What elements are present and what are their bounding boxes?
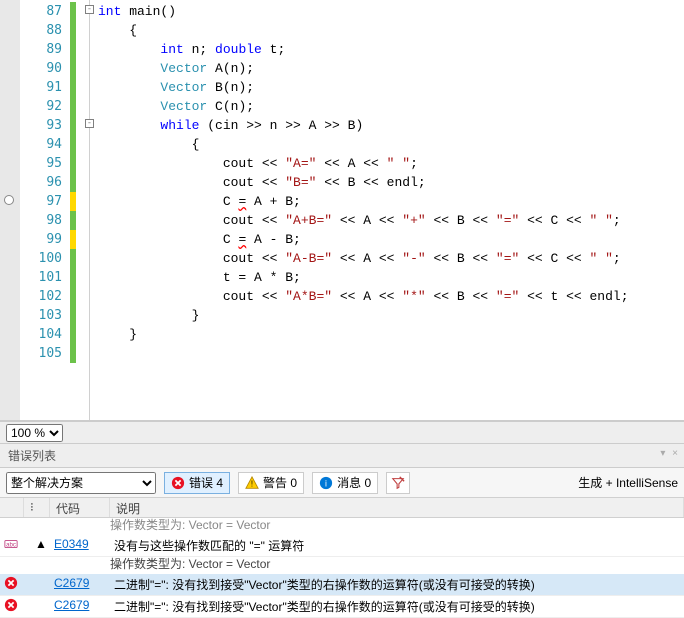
line-number: 103: [20, 306, 70, 325]
filter-clear-icon: [391, 476, 405, 490]
code-line[interactable]: cout << "B=" << B << endl;: [98, 173, 684, 192]
scope-select[interactable]: 整个解决方案: [6, 472, 156, 494]
code-line[interactable]: t = A * B;: [98, 268, 684, 287]
line-number: 99: [20, 230, 70, 249]
error-list-columns: ⁝ 代码 说明: [0, 498, 684, 518]
panel-grip-icon: ▾ ×: [660, 448, 680, 459]
line-number: 102: [20, 287, 70, 306]
error-row[interactable]: C2679二进制"=": 没有找到接受"Vector"类型的右操作数的运算符(或…: [0, 596, 684, 618]
line-number: 97: [20, 192, 70, 211]
error-description: 二进制"=": 没有找到接受"Vector"类型的右操作数的运算符(或没有可接受…: [114, 576, 680, 593]
error-row[interactable]: C2679二进制"=": 没有找到接受"Vector"类型的右操作数的运算符(或…: [0, 574, 684, 596]
clear-filter-button[interactable]: [386, 472, 410, 494]
code-line[interactable]: }: [98, 325, 684, 344]
change-mark: [70, 2, 76, 363]
error-description: 二进制"=": 没有找到接受"Vector"类型的右操作数的运算符(或没有可接受…: [114, 598, 680, 615]
zoom-bar: 100 %: [0, 421, 684, 443]
error-icon: [171, 476, 185, 490]
breakpoint-margin[interactable]: [0, 0, 20, 420]
breakpoint-well-icon[interactable]: [4, 195, 14, 205]
line-number: 93: [20, 116, 70, 135]
code-line[interactable]: cout << "A+B=" << A << "+" << B << "=" <…: [98, 211, 684, 230]
change-mark: [70, 192, 76, 211]
line-number: 98: [20, 211, 70, 230]
errors-tab-label: 错误 4: [189, 474, 223, 491]
outline-toggle[interactable]: -: [85, 119, 94, 128]
line-number: 92: [20, 97, 70, 116]
errors-tab[interactable]: 错误 4: [164, 472, 230, 494]
code-line[interactable]: C = A - B;: [98, 230, 684, 249]
svg-text:!: !: [251, 479, 253, 488]
warning-icon: !: [245, 476, 259, 490]
line-number: 104: [20, 325, 70, 344]
messages-tab[interactable]: i 消息 0: [312, 472, 378, 494]
info-icon: i: [319, 476, 333, 490]
code-line[interactable]: C = A + B;: [98, 192, 684, 211]
change-marks: [70, 0, 84, 420]
truncated-row: 操作数类型为: Vector = Vector: [0, 518, 684, 533]
code-line[interactable]: {: [98, 21, 684, 40]
code-line[interactable]: {: [98, 135, 684, 154]
row-severity-icon: [4, 576, 28, 590]
svg-text:abc: abc: [6, 542, 16, 549]
error-description: 没有与这些操作数匹配的 "=" 运算符: [114, 537, 680, 554]
line-number: 96: [20, 173, 70, 192]
code-line[interactable]: }: [98, 306, 684, 325]
line-number: 87: [20, 2, 70, 21]
error-code-link[interactable]: E0349: [54, 537, 114, 551]
error-list-title: 错误列表: [8, 449, 56, 463]
code-line[interactable]: int n; double t;: [98, 40, 684, 59]
error-list-header[interactable]: 错误列表 ▾ ×: [0, 443, 684, 468]
row-severity-icon: [4, 598, 28, 612]
code-line[interactable]: cout << "A*B=" << A << "*" << B << "=" <…: [98, 287, 684, 306]
line-number: 95: [20, 154, 70, 173]
error-list-body[interactable]: 操作数类型为: Vector = Vector abc ▲E0349没有与这些操作数…: [0, 518, 684, 618]
error-row[interactable]: abc ▲E0349没有与这些操作数匹配的 "=" 运算符: [0, 535, 684, 557]
line-number: 100: [20, 249, 70, 268]
code-line[interactable]: while (cin >> n >> A >> B): [98, 116, 684, 135]
code-line[interactable]: cout << "A-B=" << A << "-" << B << "=" <…: [98, 249, 684, 268]
row-expand-icon[interactable]: ▲: [28, 537, 54, 551]
line-number: 105: [20, 344, 70, 363]
error-list-toolbar: 整个解决方案 错误 4 ! 警告 0 i 消息 0 生成 + IntelliSe…: [0, 468, 684, 498]
line-number-gutter: 8788899091929394959697989910010110210310…: [20, 0, 70, 420]
error-code-link[interactable]: C2679: [54, 576, 114, 590]
col-desc-header[interactable]: 说明: [110, 498, 684, 517]
code-line[interactable]: Vector A(n);: [98, 59, 684, 78]
line-number: 90: [20, 59, 70, 78]
outline-column[interactable]: --: [84, 0, 98, 420]
row-severity-icon: abc: [4, 537, 28, 551]
line-number: 101: [20, 268, 70, 287]
messages-tab-label: 消息 0: [337, 474, 371, 491]
code-line[interactable]: Vector B(n);: [98, 78, 684, 97]
generate-intellisense-label[interactable]: 生成 + IntelliSense: [578, 474, 678, 491]
change-mark: [70, 230, 76, 249]
svg-text:i: i: [325, 478, 327, 488]
col-code-header[interactable]: 代码: [50, 498, 110, 517]
code-line[interactable]: cout << "A=" << A << " ";: [98, 154, 684, 173]
code-editor[interactable]: 8788899091929394959697989910010110210310…: [0, 0, 684, 421]
error-sub-description: 操作数类型为: Vector = Vector: [0, 555, 684, 572]
code-line[interactable]: int main(): [98, 2, 684, 21]
warnings-tab[interactable]: ! 警告 0: [238, 472, 304, 494]
code-line[interactable]: Vector C(n);: [98, 97, 684, 116]
zoom-select[interactable]: 100 %: [6, 424, 63, 442]
line-number: 91: [20, 78, 70, 97]
col-state[interactable]: ⁝: [24, 498, 50, 517]
line-number: 88: [20, 21, 70, 40]
line-number: 94: [20, 135, 70, 154]
error-code-link[interactable]: C2679: [54, 598, 114, 612]
code-area[interactable]: int main() { int n; double t; Vector A(n…: [98, 0, 684, 420]
outline-toggle[interactable]: -: [85, 5, 94, 14]
warnings-tab-label: 警告 0: [263, 474, 297, 491]
line-number: 89: [20, 40, 70, 59]
